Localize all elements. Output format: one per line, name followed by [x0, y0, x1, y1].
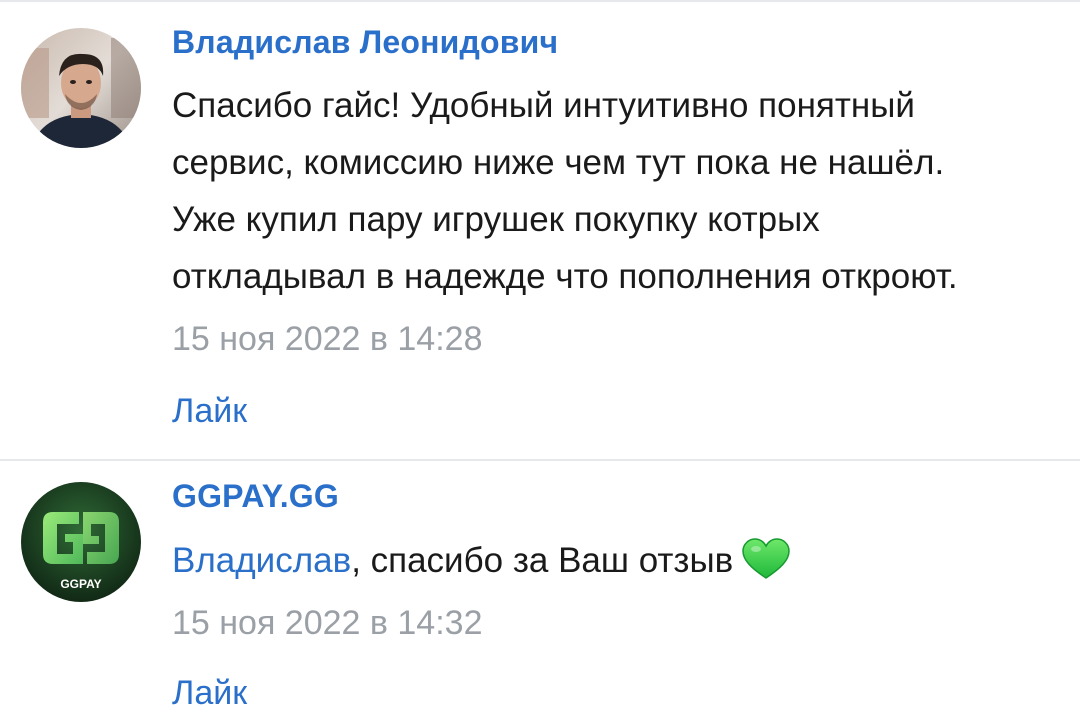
ggpay-avatar[interactable]: GGPAY — [21, 482, 141, 602]
user-photo-avatar-icon — [21, 28, 141, 148]
comment-date[interactable]: 15 ноя 2022 в 14:28 — [172, 320, 482, 359]
comment-date[interactable]: 15 ноя 2022 в 14:32 — [172, 604, 482, 643]
comment-item: GGPAY GGPAY.GG Владислав, спасибо за Ваш… — [0, 460, 1080, 712]
comment-text: Спасибо гайс! Удобный интуитивно понятны… — [172, 77, 1062, 305]
comment-text-body: , спасибо за Ваш отзыв — [351, 541, 734, 580]
comment-text-line: Уже купил пару игрушек покупку котрых — [172, 200, 820, 239]
comment-text: Владислав, спасибо за Ваш отзыв — [172, 532, 1062, 589]
ggpay-logo-avatar-icon: GGPAY — [21, 482, 141, 602]
user-avatar[interactable] — [21, 28, 141, 148]
comment-item: Владислав Леонидович Спасибо гайс! Удобн… — [0, 0, 1080, 460]
like-button[interactable]: Лайк — [172, 674, 247, 713]
comment-text-line: сервис, комиссию ниже чем тут пока не на… — [172, 143, 945, 182]
comments-list: Владислав Леонидович Спасибо гайс! Удобн… — [0, 0, 1080, 712]
green-heart-icon — [741, 538, 791, 580]
comment-text-line: откладывал в надежде что пополнения откр… — [172, 257, 958, 296]
like-button[interactable]: Лайк — [172, 392, 247, 431]
mention-link[interactable]: Владислав — [172, 541, 351, 580]
ggpay-avatar-text: GGPAY — [60, 577, 101, 591]
comment-author[interactable]: Владислав Леонидович — [172, 24, 558, 61]
comment-text-line: Спасибо гайс! Удобный интуитивно понятны… — [172, 86, 915, 125]
comment-author[interactable]: GGPAY.GG — [172, 478, 339, 515]
